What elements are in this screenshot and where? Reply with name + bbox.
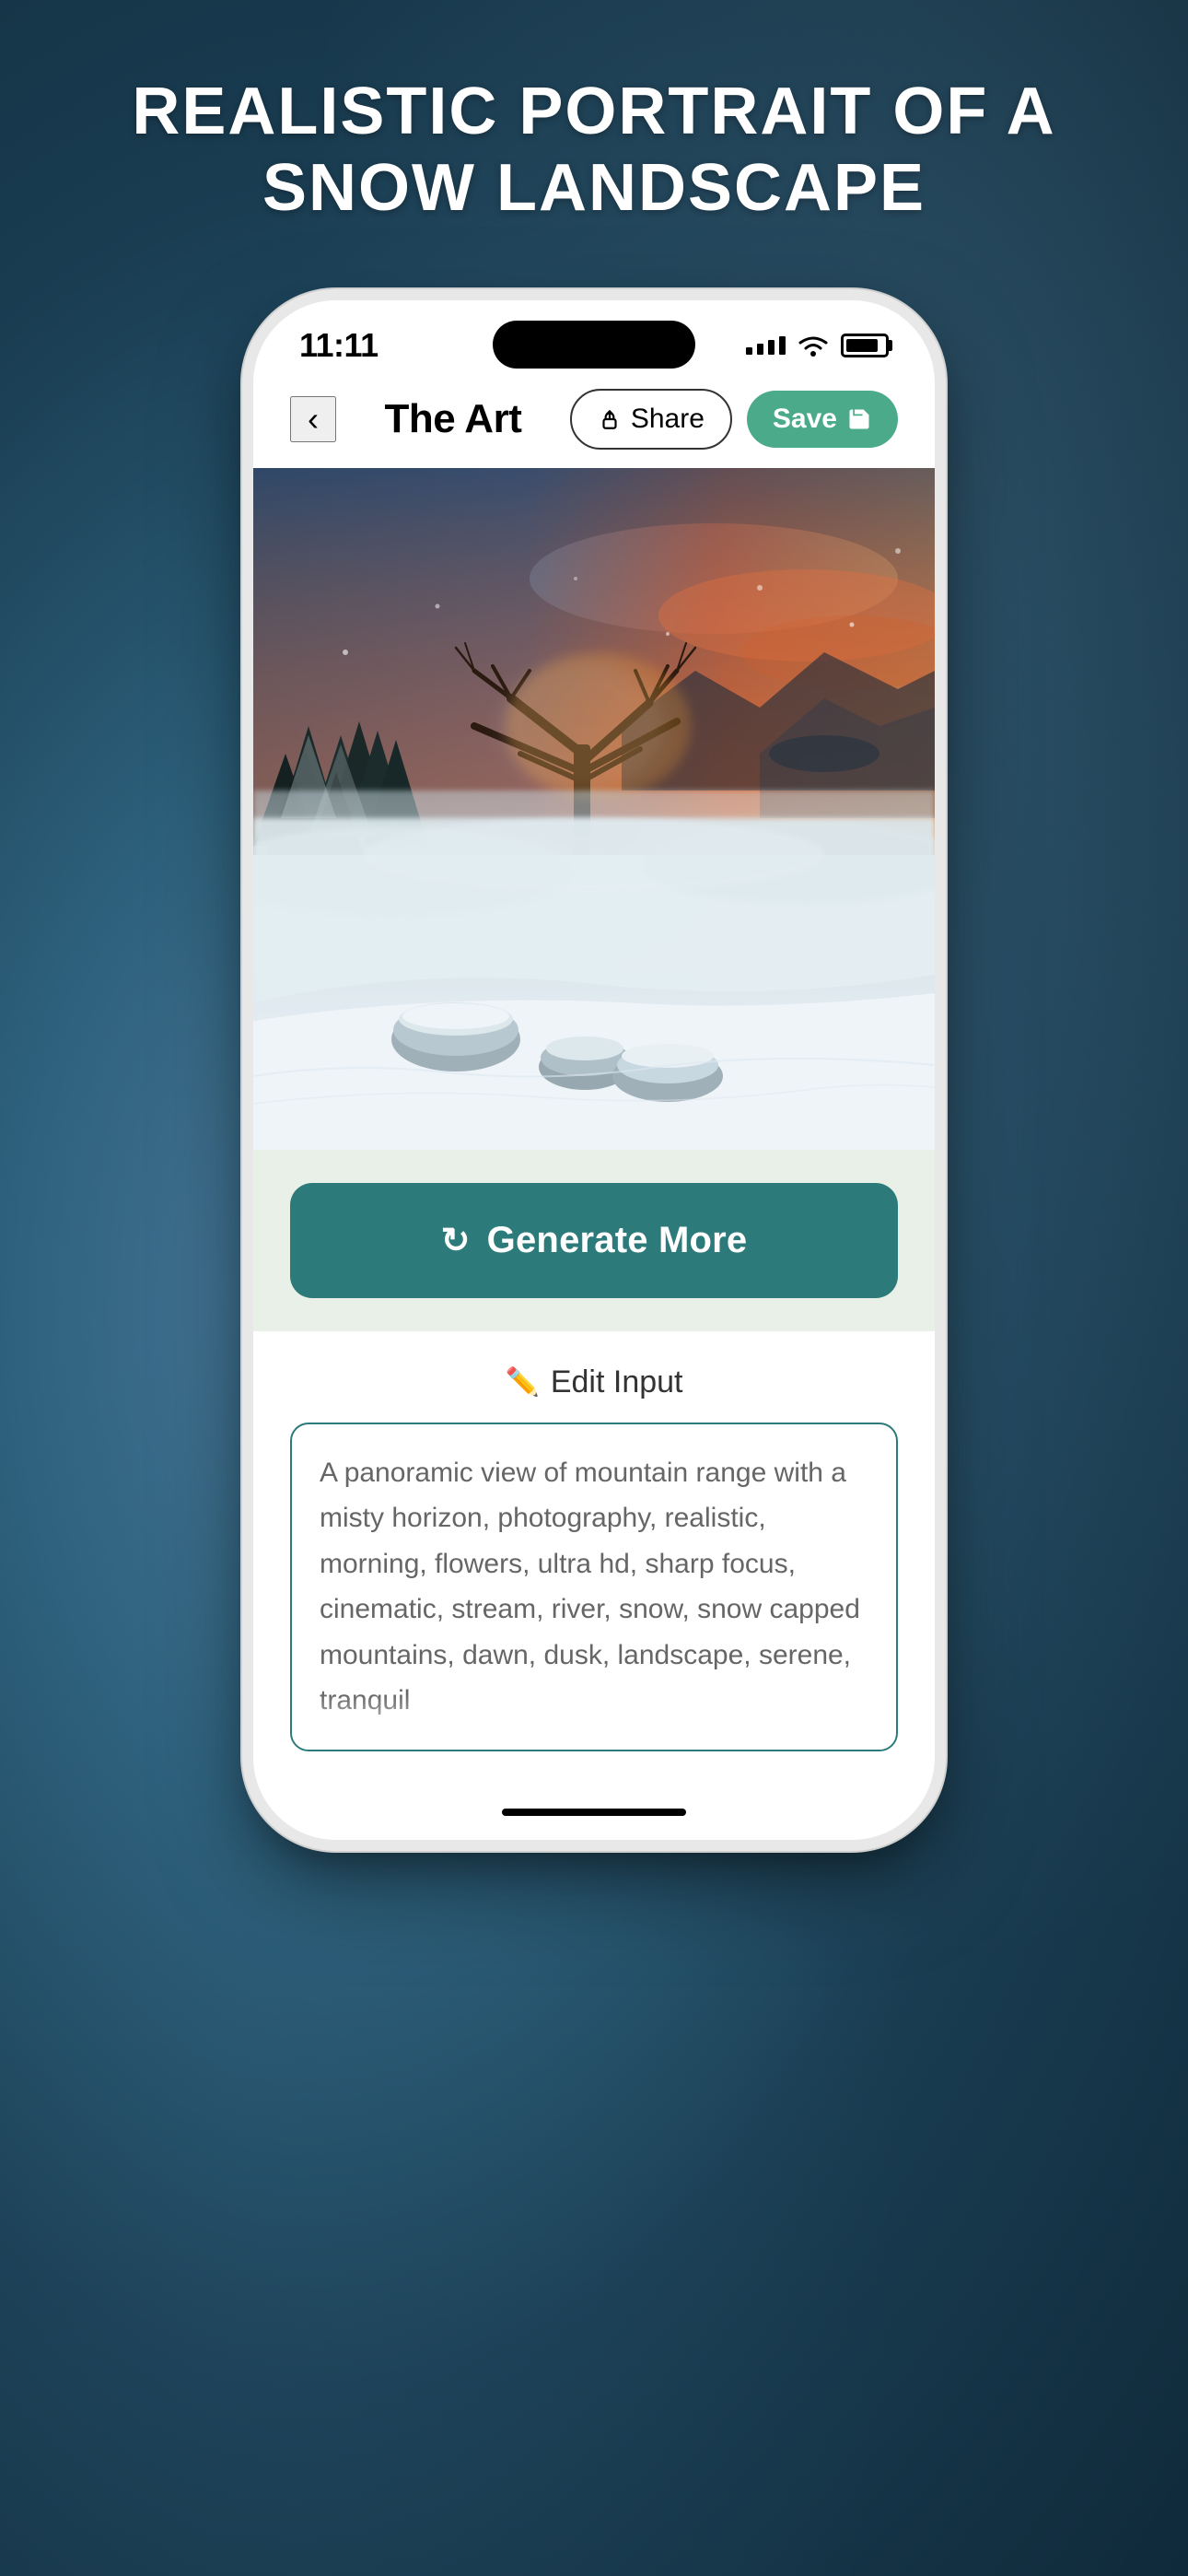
save-icon — [846, 406, 872, 432]
home-bar — [502, 1809, 686, 1816]
landscape-scene — [253, 468, 935, 1150]
phone-mockup: 11:11 — [253, 300, 935, 1840]
back-chevron-icon: ‹ — [308, 400, 319, 439]
signal-icon — [746, 336, 786, 355]
share-icon — [598, 407, 622, 431]
edit-input-text: Edit Input — [551, 1364, 683, 1400]
page-title: REALISTIC PORTRAIT OF ASNOW LANDSCAPE — [58, 74, 1129, 227]
share-label: Share — [631, 404, 705, 435]
pencil-icon: ✏️ — [505, 1366, 539, 1399]
phone-screen: 11:11 — [253, 300, 935, 1840]
prompt-text: A panoramic view of mountain range with … — [320, 1450, 868, 1724]
dynamic-island — [493, 321, 695, 369]
generate-more-button[interactable]: ↻ Generate More — [290, 1183, 898, 1298]
status-icons — [746, 333, 889, 358]
status-bar: 11:11 — [253, 300, 935, 374]
refresh-icon: ↻ — [441, 1220, 471, 1261]
landscape-image — [253, 468, 935, 1150]
save-label: Save — [773, 404, 837, 435]
wifi-icon — [797, 333, 830, 358]
battery-fill — [846, 339, 878, 352]
share-button[interactable]: Share — [570, 389, 732, 450]
status-time: 11:11 — [299, 326, 379, 365]
action-area: ↻ Generate More — [253, 1150, 935, 1331]
edit-input-label: ✏️ Edit Input — [290, 1364, 898, 1400]
text-fade — [292, 1694, 896, 1750]
generate-more-label: Generate More — [487, 1220, 748, 1261]
home-indicator — [253, 1785, 935, 1840]
edit-input-section: ✏️ Edit Input A panoramic view of mounta… — [253, 1331, 935, 1785]
nav-title: The Art — [384, 396, 521, 442]
prompt-input[interactable]: A panoramic view of mountain range with … — [290, 1423, 898, 1751]
nav-bar: ‹ The Art Share Save — [253, 374, 935, 468]
back-button[interactable]: ‹ — [290, 396, 336, 442]
save-button[interactable]: Save — [747, 391, 898, 448]
battery-icon — [841, 334, 889, 357]
nav-actions: Share Save — [570, 389, 898, 450]
